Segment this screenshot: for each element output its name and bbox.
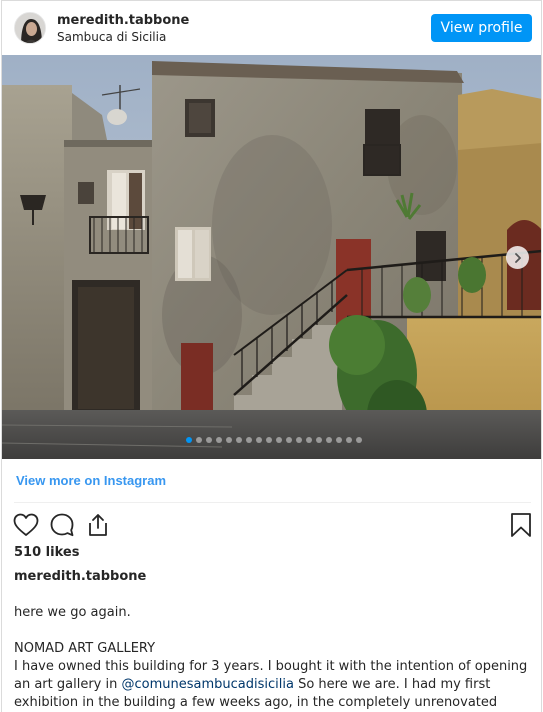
carousel-dot [216, 437, 222, 443]
carousel-dot [306, 437, 312, 443]
divider [14, 502, 531, 503]
carousel-dot [186, 437, 192, 443]
carousel-dot [286, 437, 292, 443]
carousel-dot [256, 437, 262, 443]
likes-count[interactable]: 510 likes [14, 545, 79, 560]
carousel-dot [196, 437, 202, 443]
view-profile-button[interactable]: View profile [431, 14, 532, 42]
carousel-dot [266, 437, 272, 443]
bookmark-icon[interactable] [508, 512, 534, 538]
post-photo[interactable] [2, 55, 541, 459]
heart-icon[interactable] [13, 512, 39, 538]
instagram-embed-card: meredith.tabbone Sambuca di Sicilia View… [1, 0, 542, 712]
post-caption: here we go again. NOMAD ART GALLERY I ha… [14, 604, 534, 712]
carousel-dot [206, 437, 212, 443]
carousel-dot [326, 437, 332, 443]
carousel-dot [226, 437, 232, 443]
carousel-dot [236, 437, 242, 443]
chevron-right-icon [514, 252, 521, 263]
post-header: meredith.tabbone Sambuca di Sicilia View… [2, 1, 541, 55]
avatar[interactable] [14, 12, 46, 44]
carousel-dots [186, 437, 362, 443]
carousel-next-button[interactable] [506, 246, 529, 269]
view-more-link[interactable]: View more on Instagram [16, 473, 166, 488]
share-icon[interactable] [85, 512, 111, 538]
caption-line: here we go again. [14, 605, 131, 620]
post-username[interactable]: meredith.tabbone [57, 13, 189, 28]
post-actions [2, 509, 541, 541]
carousel-dot [346, 437, 352, 443]
post-location[interactable]: Sambuca di Sicilia [57, 30, 166, 44]
avatar-image [15, 13, 45, 43]
caption-heading: NOMAD ART GALLERY [14, 641, 156, 656]
caption-username[interactable]: meredith.tabbone [14, 569, 146, 584]
carousel-dot [276, 437, 282, 443]
carousel-dot [356, 437, 362, 443]
caption-body: I have owned this building for 3 years. … [14, 658, 534, 712]
caption-mention-link[interactable]: @comunesambucadisicilia [121, 677, 293, 692]
carousel-dot [296, 437, 302, 443]
carousel-dot [336, 437, 342, 443]
building-photo [2, 55, 541, 459]
comment-icon[interactable] [49, 512, 75, 538]
carousel-dot [246, 437, 252, 443]
carousel-dot [316, 437, 322, 443]
